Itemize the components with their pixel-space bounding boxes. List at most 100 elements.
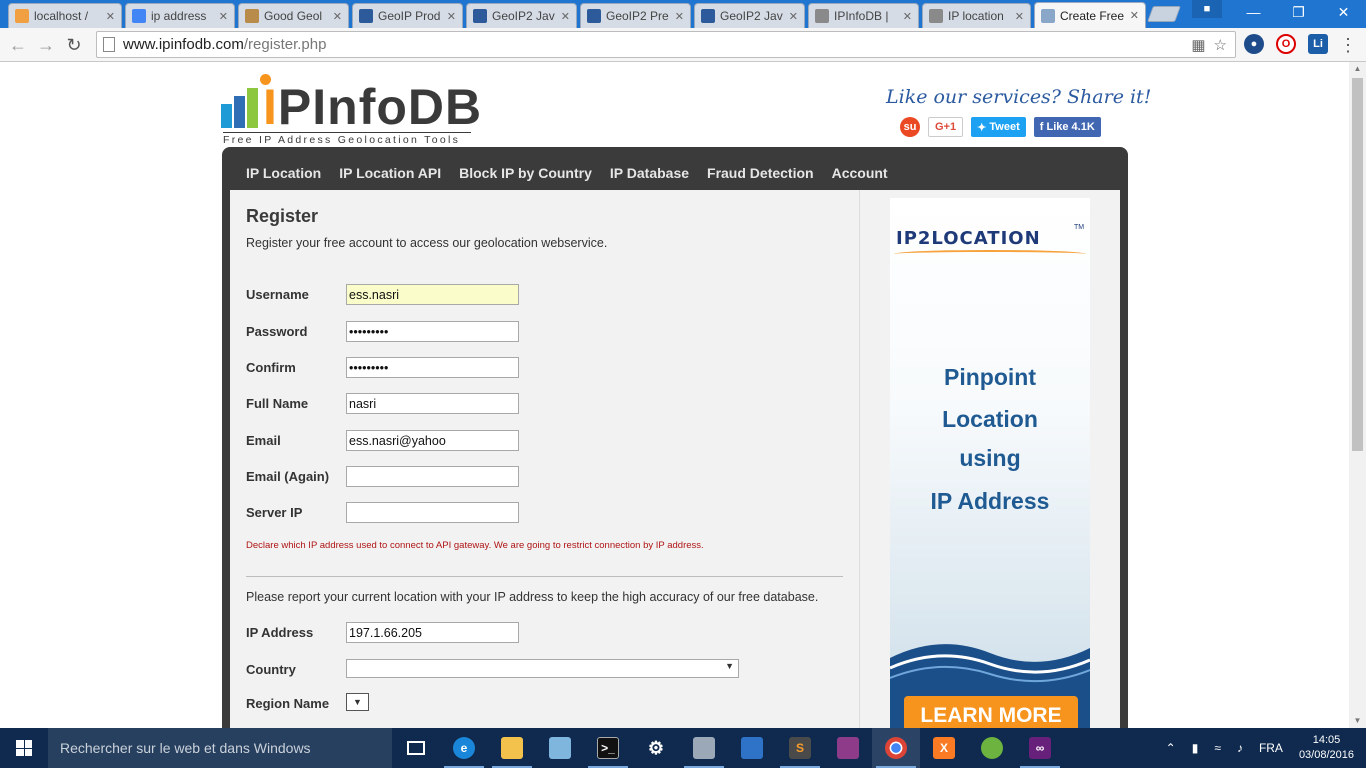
linkedin-icon[interactable]: Li <box>1308 34 1328 54</box>
reload-icon[interactable]: ↻ <box>62 33 86 57</box>
browser-tab[interactable]: IPInfoDB | ✕ <box>808 3 919 28</box>
settings-gear-icon[interactable]: ⚙ <box>632 728 680 768</box>
menu-fraud-detection[interactable]: Fraud Detection <box>707 165 814 181</box>
forward-icon[interactable]: → <box>34 33 58 57</box>
page-scrollbar[interactable]: ▲ ▼ <box>1349 62 1366 728</box>
window-controls: — ❐ ✕ <box>1231 0 1366 24</box>
region-select[interactable]: ▼ <box>346 693 369 711</box>
clock[interactable]: 14:05 03/08/2016 <box>1299 733 1354 763</box>
browser-tab[interactable]: GeoIP2 Jav ✕ <box>466 3 577 28</box>
minimize-button[interactable]: — <box>1231 0 1276 24</box>
outlook-icon[interactable] <box>728 728 776 768</box>
visual-studio-icon[interactable]: ∞ <box>1016 728 1064 768</box>
browser-tab[interactable]: localhost / ✕ <box>8 3 122 28</box>
close-tab-icon[interactable]: ✕ <box>1130 9 1139 22</box>
server-ip-notice: Declare which IP address used to connect… <box>246 540 704 551</box>
language-indicator[interactable]: FRA <box>1259 741 1283 755</box>
browser-tab[interactable]: GeoIP2 Jav ✕ <box>694 3 805 28</box>
wifi-icon[interactable]: ≈ <box>1214 741 1221 755</box>
username-label: Username <box>246 287 309 302</box>
bookmark-star-icon[interactable]: ☆ <box>1214 36 1227 54</box>
close-tab-icon[interactable]: ✕ <box>903 10 912 23</box>
volume-icon[interactable]: ♪ <box>1237 741 1243 755</box>
spring-icon[interactable] <box>968 728 1016 768</box>
battery-icon[interactable]: ▮ <box>1192 741 1199 755</box>
browser-tab[interactable]: ip address ✕ <box>125 3 235 28</box>
close-tab-icon[interactable]: ✕ <box>1015 10 1024 23</box>
country-label: Country <box>246 662 296 677</box>
profile-icon[interactable]: ■ <box>1192 0 1222 18</box>
chevron-down-icon: ▼ <box>725 661 734 671</box>
browser-tab[interactable]: IP location ✕ <box>922 3 1031 28</box>
password-field[interactable] <box>346 321 519 342</box>
menu-icon[interactable]: ⋮ <box>1336 33 1360 57</box>
task-view-icon[interactable] <box>392 728 440 768</box>
close-tab-icon[interactable]: ✕ <box>675 10 684 23</box>
close-tab-icon[interactable]: ✕ <box>447 10 456 23</box>
maxmind-icon <box>701 9 715 23</box>
start-button[interactable] <box>0 728 48 768</box>
edge-icon[interactable]: e <box>440 728 488 768</box>
browser-tab[interactable]: Good Geol ✕ <box>238 3 349 28</box>
scroll-up-icon[interactable]: ▲ <box>1349 62 1366 76</box>
sublime-icon[interactable]: S <box>776 728 824 768</box>
close-tab-icon[interactable]: ✕ <box>561 10 570 23</box>
facebook-icon: f <box>1039 121 1047 133</box>
tweet-button[interactable]: ✦ Tweet <box>971 117 1026 137</box>
country-select[interactable]: ▼ <box>346 659 739 678</box>
tweet-label: Tweet <box>989 121 1020 133</box>
full-name-field[interactable] <box>346 393 519 414</box>
menu-ip-location[interactable]: IP Location <box>246 165 321 181</box>
menu-block-ip-by-country[interactable]: Block IP by Country <box>459 165 592 181</box>
divider <box>246 576 843 577</box>
ipinfodb-logo[interactable]: IPInfoDB Free IP Address Geolocation Too… <box>221 72 481 146</box>
restore-button[interactable]: ❐ <box>1276 0 1321 24</box>
menu-account[interactable]: Account <box>832 165 888 181</box>
email-again-field[interactable] <box>346 466 519 487</box>
ip2location-ad[interactable]: IP2LOCATION TM Pinpoint Location using I… <box>890 198 1090 728</box>
menu-ip-location-api[interactable]: IP Location API <box>339 165 441 181</box>
google-plus-button[interactable]: G+1 <box>928 117 964 137</box>
page-viewport: IPInfoDB Free IP Address Geolocation Too… <box>0 62 1349 728</box>
close-window-button[interactable]: ✕ <box>1321 0 1366 24</box>
browser-tab[interactable]: Create Free ✕ <box>1034 2 1146 28</box>
extension-icon[interactable]: ● <box>1244 34 1264 54</box>
archive-icon[interactable] <box>824 728 872 768</box>
close-tab-icon[interactable]: ✕ <box>219 10 228 23</box>
stumbleupon-icon[interactable]: su <box>900 117 920 137</box>
network-app-icon[interactable] <box>680 728 728 768</box>
chevron-down-icon: ▼ <box>353 697 362 707</box>
scrollbar-thumb[interactable] <box>1352 78 1363 451</box>
file-explorer-icon[interactable] <box>488 728 536 768</box>
ip-address-field[interactable] <box>346 622 519 643</box>
address-bar[interactable]: www.ipinfodb.com/register.php ▦ ☆ <box>96 31 1236 58</box>
back-icon[interactable]: ← <box>6 33 30 57</box>
taskbar-search[interactable]: Rechercher sur le web et dans Windows <box>48 728 392 768</box>
page-icon <box>815 9 829 23</box>
close-tab-icon[interactable]: ✕ <box>106 10 115 23</box>
confirm-password-field[interactable] <box>346 357 519 378</box>
notepad-icon[interactable] <box>536 728 584 768</box>
xampp-icon[interactable]: X <box>920 728 968 768</box>
tab-title: Good Geol <box>264 9 323 23</box>
menu-ip-database[interactable]: IP Database <box>610 165 689 181</box>
ad-trademark: TM <box>1074 224 1085 231</box>
maxmind-icon <box>359 9 373 23</box>
terminal-icon[interactable]: >_ <box>584 728 632 768</box>
adblock-icon[interactable]: O <box>1276 34 1296 54</box>
chevron-up-icon[interactable]: ⌃ <box>1166 741 1176 755</box>
server-ip-field[interactable] <box>346 502 519 523</box>
close-tab-icon[interactable]: ✕ <box>333 10 342 23</box>
new-tab-button[interactable] <box>1147 6 1181 22</box>
region-name-label: Region Name <box>246 696 330 711</box>
browser-tab[interactable]: GeoIP Prod ✕ <box>352 3 463 28</box>
translate-icon[interactable]: ▦ <box>1191 36 1205 54</box>
close-tab-icon[interactable]: ✕ <box>789 10 798 23</box>
email-field[interactable] <box>346 430 519 451</box>
facebook-like-button[interactable]: f Like 4.1K <box>1033 117 1101 137</box>
scroll-down-icon[interactable]: ▼ <box>1349 714 1366 728</box>
browser-tab[interactable]: GeoIP2 Pre ✕ <box>580 3 691 28</box>
learn-more-button[interactable]: LEARN MORE <box>904 696 1078 728</box>
username-field[interactable] <box>346 284 519 305</box>
chrome-icon[interactable] <box>872 728 920 768</box>
